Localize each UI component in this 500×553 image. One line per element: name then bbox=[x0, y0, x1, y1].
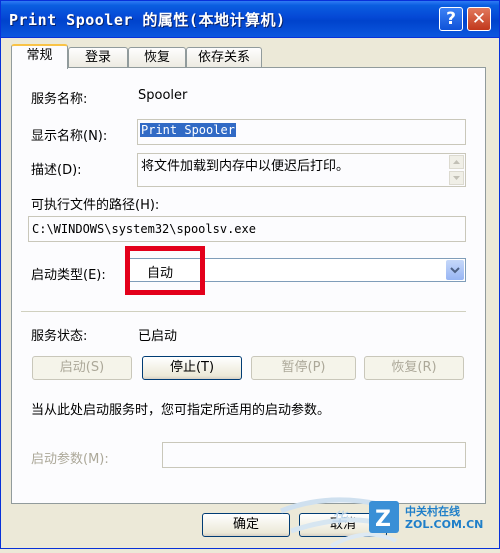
startup-type-highlight-box bbox=[125, 246, 205, 295]
title-bar[interactable]: Print Spooler 的属性(本地计算机) ? ✕ bbox=[1, 1, 499, 38]
resume-service-button[interactable]: 恢复(R) bbox=[364, 356, 464, 380]
help-icon: ? bbox=[446, 9, 456, 29]
scroll-down-button[interactable] bbox=[449, 171, 464, 185]
description-value: 将文件加载到内存中以便迟后打印。 bbox=[141, 159, 350, 174]
tab-recovery[interactable]: 恢复 bbox=[128, 47, 186, 68]
start-params-field[interactable] bbox=[162, 442, 466, 468]
tab-dependencies[interactable]: 依存关系 bbox=[186, 47, 262, 68]
divider bbox=[21, 311, 466, 312]
executable-path-field[interactable]: C:\WINDOWS\system32\spoolsv.exe bbox=[28, 216, 466, 242]
display-name-field[interactable]: Print Spooler bbox=[137, 119, 466, 145]
service-name-value: Spooler bbox=[138, 88, 188, 103]
description-field[interactable]: 将文件加载到内存中以便迟后打印。 bbox=[137, 153, 466, 187]
scroll-up-icon bbox=[453, 160, 460, 164]
window-title: Print Spooler 的属性(本地计算机) bbox=[9, 11, 286, 29]
description-scrollbar[interactable] bbox=[449, 155, 464, 186]
watermark-logo-text: 中关村在线 bbox=[405, 505, 460, 518]
service-status-value: 已启动 bbox=[138, 329, 178, 344]
service-status-label: 服务状态: bbox=[31, 329, 88, 344]
tab-general[interactable]: 常规 bbox=[11, 44, 68, 69]
description-label: 描述(D): bbox=[31, 163, 82, 178]
stop-service-button[interactable]: 停止(T) bbox=[142, 356, 242, 380]
startup-type-dropdown-button[interactable] bbox=[446, 260, 464, 280]
executable-path-value: C:\WINDOWS\system32\spoolsv.exe bbox=[32, 222, 256, 236]
watermark-url: ZOL.COM.CN bbox=[405, 518, 484, 531]
executable-path-label: 可执行文件的路径(H): bbox=[31, 198, 160, 213]
display-name-value: Print Spooler bbox=[140, 123, 236, 137]
scroll-up-button[interactable] bbox=[449, 155, 464, 169]
service-name-label: 服务名称: bbox=[31, 92, 88, 107]
start-service-button[interactable]: 启动(S) bbox=[32, 356, 132, 380]
cancel-button[interactable]: 取消 bbox=[299, 513, 387, 537]
chevron-down-icon bbox=[450, 267, 460, 274]
tab-logon[interactable]: 登录 bbox=[68, 47, 128, 68]
start-params-hint: 当从此处启动服务时，您可指定所适用的启动参数。 bbox=[31, 403, 331, 418]
properties-dialog: Print Spooler 的属性(本地计算机) ? ✕ 常规 登录 恢复 依存… bbox=[0, 0, 500, 549]
start-params-label: 启动参数(M): bbox=[31, 452, 109, 467]
pause-service-button[interactable]: 暂停(P) bbox=[251, 356, 356, 380]
display-name-label: 显示名称(N): bbox=[31, 129, 108, 144]
startup-type-label: 启动类型(E): bbox=[31, 268, 106, 283]
help-button[interactable]: ? bbox=[439, 7, 463, 31]
close-button[interactable]: ✕ bbox=[467, 7, 491, 31]
close-icon: ✕ bbox=[471, 9, 487, 29]
ok-button[interactable]: 确定 bbox=[202, 513, 290, 537]
scroll-down-icon bbox=[453, 176, 460, 180]
